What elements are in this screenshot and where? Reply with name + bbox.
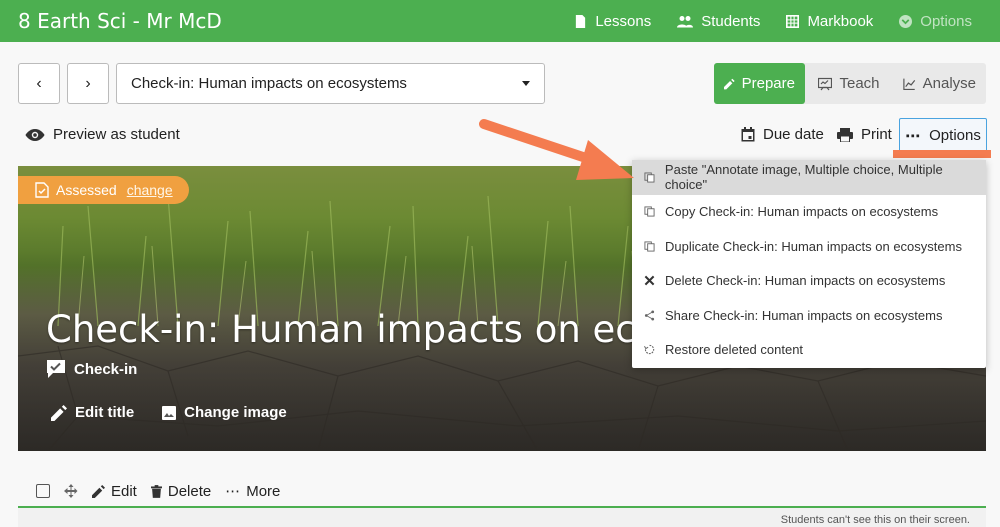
move-handle-icon[interactable]	[64, 484, 78, 498]
grid-icon	[786, 14, 800, 28]
people-icon	[677, 15, 694, 27]
due-date-button[interactable]: Due date	[741, 126, 824, 143]
delete-button[interactable]: Delete	[150, 482, 212, 500]
lesson-type-label: Check-in	[74, 360, 138, 378]
menu-item-label: Share Check-in: Human impacts on ecosyst…	[665, 307, 943, 323]
options-label: Options	[929, 127, 981, 144]
annotation-arrow	[479, 119, 634, 180]
ellipsis-icon: ⋯	[225, 483, 241, 500]
menu-item-label: Copy Check-in: Human impacts on ecosyste…	[665, 204, 939, 220]
caret-down-icon	[522, 81, 530, 86]
mode-teach-label: Teach	[839, 75, 880, 92]
document-icon	[576, 14, 586, 28]
pencil-icon	[92, 484, 105, 498]
lesson-selector[interactable]: Check-in: Human impacts on ecosystems	[116, 63, 545, 104]
menu-item-label: Restore deleted content	[665, 342, 804, 358]
calendar-icon	[741, 127, 755, 142]
previous-button[interactable]: ‹	[18, 63, 60, 104]
nav-options[interactable]: Options	[899, 13, 972, 30]
chevron-left-icon: ‹	[36, 74, 42, 92]
printer-icon	[837, 127, 853, 142]
edit-button[interactable]: Edit	[92, 483, 137, 500]
next-button[interactable]: ›	[67, 63, 109, 104]
menu-item-restore[interactable]: Restore deleted content	[632, 333, 986, 368]
print-label: Print	[861, 126, 892, 143]
line-chart-icon	[903, 78, 916, 90]
hero-actions: Edit title Change image	[51, 404, 287, 421]
share-icon	[644, 310, 655, 321]
change-image-label: Change image	[184, 404, 287, 421]
whiteboard-icon	[818, 77, 833, 90]
nav-lessons-label: Lessons	[595, 12, 652, 30]
edit-title-button[interactable]: Edit title	[51, 404, 134, 421]
paste-icon	[644, 172, 655, 183]
nav-students-label: Students	[701, 12, 761, 30]
preview-as-student-button[interactable]: Preview as student	[25, 126, 180, 143]
assessed-icon	[35, 182, 49, 198]
nav-markbook-label: Markbook	[807, 12, 874, 30]
nav-students[interactable]: Students	[677, 13, 760, 30]
lesson-selector-value: Check-in: Human impacts on ecosystems	[131, 75, 407, 92]
due-date-label: Due date	[763, 126, 824, 143]
lesson-type: Check-in	[46, 359, 137, 379]
select-checkbox[interactable]	[36, 484, 50, 498]
menu-item-share[interactable]: Share Check-in: Human impacts on ecosyst…	[632, 298, 986, 333]
top-bar: 8 Earth Sci - Mr McD Lessons Students Ma…	[0, 0, 1000, 42]
assessed-label: Assessed	[56, 182, 117, 198]
mode-switcher: Prepare Teach Analyse	[714, 63, 986, 104]
trash-icon	[150, 484, 162, 498]
options-menu: Paste "Annotate image, Multiple choice, …	[632, 160, 986, 368]
duplicate-icon	[644, 241, 655, 252]
mode-prepare[interactable]: Prepare	[714, 63, 805, 104]
preview-label: Preview as student	[53, 126, 180, 143]
checkin-icon	[47, 360, 65, 378]
copy-icon	[644, 206, 655, 217]
print-button[interactable]: Print	[837, 126, 892, 143]
nav-options-label: Options	[920, 12, 972, 30]
menu-item-label: Paste "Annotate image, Multiple choice, …	[664, 162, 943, 193]
mode-teach[interactable]: Teach	[805, 63, 893, 104]
delete-label: Delete	[167, 482, 212, 500]
mode-analyse[interactable]: Analyse	[893, 63, 986, 104]
menu-item-copy[interactable]: Copy Check-in: Human impacts on ecosyste…	[632, 195, 986, 230]
x-icon	[644, 275, 655, 286]
menu-item-label: Delete Check-in: Human impacts on ecosys…	[665, 273, 946, 289]
more-button[interactable]: ⋯ More	[225, 482, 281, 501]
chevron-circle-icon	[899, 14, 913, 28]
options-button[interactable]: ⋯ Options	[899, 118, 987, 153]
more-label: More	[246, 482, 281, 500]
mode-prepare-label: Prepare	[741, 75, 795, 92]
top-nav: Lessons Students Markbook Options	[574, 0, 972, 42]
class-title: 8 Earth Sci - Mr McD	[18, 9, 222, 33]
menu-item-paste[interactable]: Paste "Annotate image, Multiple choice, …	[632, 160, 986, 195]
chevron-right-icon: ›	[85, 74, 91, 92]
edit-title-label: Edit title	[75, 404, 135, 421]
mode-analyse-label: Analyse	[922, 75, 976, 92]
menu-item-delete[interactable]: Delete Check-in: Human impacts on ecosys…	[632, 264, 986, 299]
student-visibility-note: Students can't see this on their screen.	[780, 514, 970, 526]
nav-lessons[interactable]: Lessons	[574, 13, 651, 30]
menu-item-duplicate[interactable]: Duplicate Check-in: Human impacts on eco…	[632, 229, 986, 264]
pencil-icon	[51, 404, 67, 421]
menu-item-label: Duplicate Check-in: Human impacts on eco…	[665, 238, 962, 254]
ellipsis-icon: ⋯	[905, 127, 922, 145]
edit-label: Edit	[111, 482, 137, 500]
annotation-underline	[893, 150, 991, 158]
nav-markbook[interactable]: Markbook	[786, 13, 873, 30]
assessed-badge: Assessed change	[18, 176, 189, 204]
restore-icon	[644, 345, 655, 355]
eye-icon	[25, 128, 45, 141]
pencil-icon	[724, 78, 735, 89]
item-toolbar: Edit Delete ⋯ More	[18, 476, 986, 506]
change-assessment-link[interactable]: change	[127, 182, 173, 198]
image-icon	[162, 405, 177, 420]
change-image-button[interactable]: Change image	[162, 404, 287, 421]
